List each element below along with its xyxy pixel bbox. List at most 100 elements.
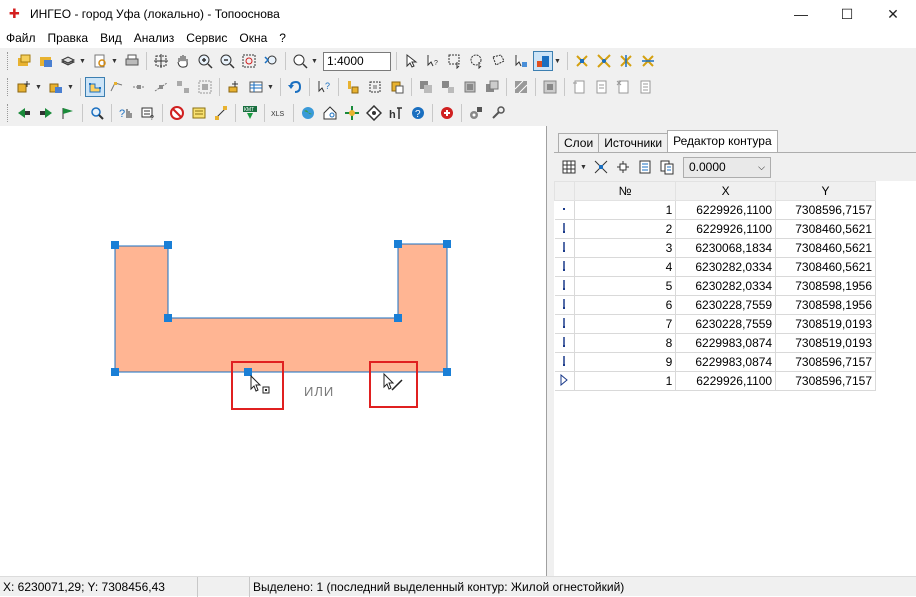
minimize-button[interactable]: — bbox=[778, 0, 824, 28]
pointer-icon[interactable] bbox=[401, 51, 421, 71]
cell-y[interactable]: 7308596,7157 bbox=[775, 371, 876, 391]
chevron-down-icon[interactable]: ▼ bbox=[79, 58, 87, 65]
tab-contour-editor[interactable]: Редактор контура bbox=[667, 130, 778, 152]
cell-number[interactable]: 1 bbox=[573, 371, 677, 391]
pan-hand-icon[interactable] bbox=[173, 51, 193, 71]
menu-help[interactable]: ? bbox=[273, 31, 292, 45]
select-area-icon[interactable] bbox=[151, 51, 171, 71]
move-vertices-icon[interactable] bbox=[594, 51, 614, 71]
cell-y[interactable]: 7308598,1956 bbox=[775, 295, 876, 315]
add-layer-object-icon[interactable] bbox=[46, 77, 66, 97]
menu-analysis[interactable]: Анализ bbox=[128, 31, 181, 45]
selected-contour[interactable] bbox=[114, 243, 448, 373]
table-row[interactable]: 4 6230282,0334 7308460,5621 bbox=[554, 257, 876, 277]
chevron-down-icon[interactable]: ▼ bbox=[267, 84, 275, 91]
split-contour-icon[interactable] bbox=[173, 77, 193, 97]
chevron-down-icon[interactable]: ▼ bbox=[311, 58, 319, 65]
row-marker-icon[interactable] bbox=[554, 314, 575, 334]
table-row[interactable]: 1 6229926,1100 7308596,7157 bbox=[554, 371, 876, 391]
cell-number[interactable]: 1 bbox=[573, 200, 677, 220]
doc-edit-icon[interactable] bbox=[591, 77, 611, 97]
cell-number[interactable]: 5 bbox=[573, 276, 677, 296]
table-row[interactable]: 8 6229983,0874 7308519,0193 bbox=[554, 333, 876, 353]
column-header-number[interactable]: № bbox=[573, 181, 677, 201]
cell-y[interactable]: 7308519,0193 bbox=[775, 333, 876, 353]
cell-x[interactable]: 6229926,1100 bbox=[675, 219, 777, 239]
style-picker-icon[interactable] bbox=[533, 51, 553, 71]
cell-x[interactable]: 6230068,1834 bbox=[675, 238, 777, 258]
open-project-icon[interactable] bbox=[36, 51, 56, 71]
note-icon[interactable] bbox=[189, 103, 209, 123]
chevron-down-icon[interactable]: ▼ bbox=[554, 58, 562, 65]
find-document-icon[interactable] bbox=[90, 51, 110, 71]
chevron-down-icon[interactable]: ▼ bbox=[67, 84, 75, 91]
cut-object-icon[interactable] bbox=[365, 77, 385, 97]
column-header-x[interactable]: X bbox=[675, 181, 777, 201]
arrow-right-icon[interactable] bbox=[36, 103, 56, 123]
query-icon[interactable]: ? bbox=[116, 103, 136, 123]
zoom-extent-icon[interactable] bbox=[239, 51, 259, 71]
arrow-flag-icon[interactable] bbox=[58, 103, 78, 123]
cell-y[interactable]: 7308519,0193 bbox=[775, 314, 876, 334]
table-row[interactable]: 1 6229926,1100 7308596,7157 bbox=[554, 200, 876, 220]
row-marker-icon[interactable] bbox=[554, 200, 575, 220]
node-snap-icon[interactable] bbox=[638, 51, 658, 71]
pointer-query-icon[interactable]: ? bbox=[423, 51, 443, 71]
toolbar-grip[interactable] bbox=[7, 52, 10, 70]
table-row[interactable]: 3 6230068,1834 7308460,5621 bbox=[554, 238, 876, 258]
row-marker-icon[interactable] bbox=[554, 219, 575, 239]
select-by-layer-icon[interactable] bbox=[511, 51, 531, 71]
ungroup-icon[interactable] bbox=[438, 77, 458, 97]
home-search-icon[interactable] bbox=[320, 103, 340, 123]
doc-list-icon[interactable] bbox=[635, 77, 655, 97]
tab-sources[interactable]: Источники bbox=[598, 133, 669, 152]
cell-x[interactable]: 6229983,0874 bbox=[675, 352, 777, 372]
hatch-icon[interactable] bbox=[511, 77, 531, 97]
edit-contour-icon[interactable] bbox=[85, 77, 105, 97]
align-vertices-icon[interactable] bbox=[616, 51, 636, 71]
table-row[interactable]: 2 6229926,1100 7308460,5621 bbox=[554, 219, 876, 239]
add-point-object-icon[interactable] bbox=[224, 77, 244, 97]
map-canvas[interactable]: ИЛИ bbox=[0, 126, 547, 576]
plugin-icon[interactable] bbox=[437, 103, 457, 123]
cell-number[interactable]: 8 bbox=[573, 333, 677, 353]
search-icon[interactable] bbox=[87, 103, 107, 123]
vertex-edit-icon[interactable] bbox=[107, 77, 127, 97]
cell-y[interactable]: 7308460,5621 bbox=[775, 219, 876, 239]
vertices-icon[interactable] bbox=[572, 51, 592, 71]
cell-number[interactable]: 2 bbox=[573, 219, 677, 239]
table-view-icon[interactable] bbox=[246, 77, 266, 97]
menu-windows[interactable]: Окна bbox=[233, 31, 273, 45]
table-row[interactable]: 6 6230228,7559 7308598,1956 bbox=[554, 295, 876, 315]
cell-y[interactable]: 7308598,1956 bbox=[775, 276, 876, 296]
row-marker-icon[interactable] bbox=[554, 257, 575, 277]
height-icon[interactable]: h bbox=[386, 103, 406, 123]
table-row[interactable]: 7 6230228,7559 7308519,0193 bbox=[554, 314, 876, 334]
globe-icon[interactable] bbox=[298, 103, 318, 123]
cell-x[interactable]: 6230282,0334 bbox=[675, 257, 777, 277]
group-icon[interactable] bbox=[416, 77, 436, 97]
cell-number[interactable]: 6 bbox=[573, 295, 677, 315]
cell-x[interactable]: 6229983,0874 bbox=[675, 333, 777, 353]
chevron-down-icon[interactable]: ▼ bbox=[580, 164, 588, 171]
chevron-down-icon[interactable]: ▼ bbox=[35, 84, 43, 91]
cell-y[interactable]: 7308460,5621 bbox=[775, 238, 876, 258]
menu-service[interactable]: Сервис bbox=[180, 31, 233, 45]
insert-point-icon[interactable] bbox=[613, 157, 633, 177]
grid-icon[interactable] bbox=[559, 157, 579, 177]
close-button[interactable]: ✕ bbox=[870, 0, 916, 28]
menu-edit[interactable]: Правка bbox=[42, 31, 95, 45]
scatter-points-icon[interactable] bbox=[591, 157, 611, 177]
polygon-select-icon[interactable] bbox=[489, 51, 509, 71]
maximize-button[interactable]: ☐ bbox=[824, 0, 870, 28]
rect-select-icon[interactable] bbox=[445, 51, 465, 71]
cell-number[interactable]: 9 bbox=[573, 352, 677, 372]
node-tool-icon[interactable] bbox=[211, 103, 231, 123]
paste-object-icon[interactable] bbox=[387, 77, 407, 97]
diamond-icon[interactable] bbox=[364, 103, 384, 123]
send-back-icon[interactable] bbox=[482, 77, 502, 97]
doc-add-icon[interactable] bbox=[569, 77, 589, 97]
remove-vertex-icon[interactable] bbox=[151, 77, 171, 97]
object-info-icon[interactable]: ? bbox=[314, 77, 334, 97]
cell-number[interactable]: 7 bbox=[573, 314, 677, 334]
